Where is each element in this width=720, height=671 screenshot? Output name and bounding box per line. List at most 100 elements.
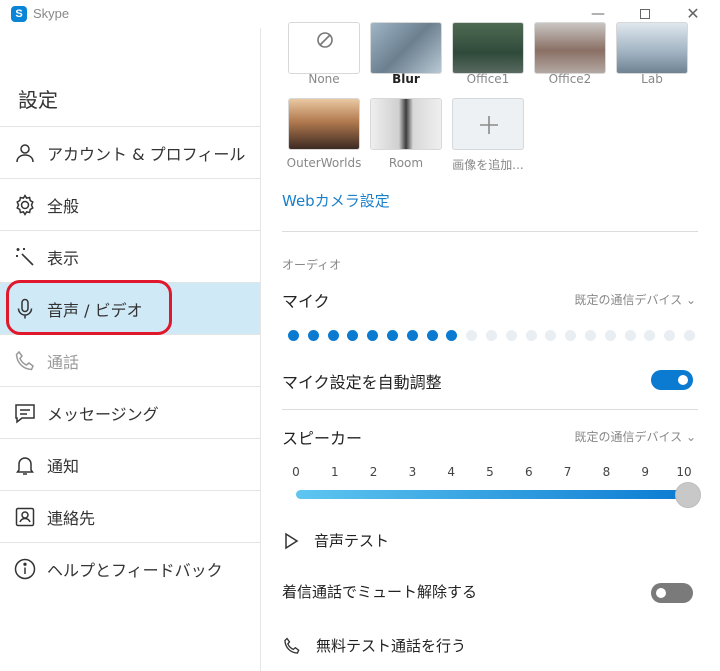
sound-test-button[interactable]: 音声テスト xyxy=(282,530,389,551)
person-icon xyxy=(16,143,34,162)
sidebar-item-general[interactable]: 全般 xyxy=(0,178,260,230)
mic-level-dot xyxy=(604,330,616,341)
background-label-room: Room xyxy=(388,156,424,170)
mic-level-dot xyxy=(426,330,438,341)
mic-level-dot xyxy=(684,330,695,341)
volume-tick-label: 6 xyxy=(524,465,533,479)
webcam-settings-link[interactable]: Webカメラ設定 xyxy=(282,190,390,211)
sidebar-item-label: 通話 xyxy=(47,352,80,372)
background-none-thumbnail[interactable] xyxy=(288,22,360,74)
volume-tick-label: 10 xyxy=(676,465,692,479)
settings-sidebar: 設定 アカウント & プロフィール 全般 表示 音声 / ビデオ 通話 メッセー… xyxy=(0,28,261,671)
background-label-none: None xyxy=(308,72,340,86)
speaker-label: スピーカー xyxy=(282,429,363,448)
unmute-incoming-label: 着信通話でミュート解除する xyxy=(282,583,478,601)
sidebar-item-contacts[interactable]: 連絡先 xyxy=(0,490,260,542)
mic-level-dot xyxy=(406,330,418,341)
divider xyxy=(282,231,698,232)
sidebar-item-label: 音声 / ビデオ xyxy=(47,300,143,320)
skype-logo-icon: S xyxy=(11,6,27,22)
contacts-icon xyxy=(15,507,35,526)
volume-tick-label: 2 xyxy=(369,465,378,479)
mic-level-dot xyxy=(466,330,478,341)
mic-level-dot xyxy=(585,330,596,341)
info-icon xyxy=(14,558,36,579)
microphone-label: マイク xyxy=(282,292,330,311)
sidebar-item-label: 連絡先 xyxy=(47,508,96,528)
mic-level-dot xyxy=(545,330,557,341)
volume-tick-label: 4 xyxy=(447,465,455,479)
add-image-button[interactable] xyxy=(452,98,524,150)
sidebar-item-notifications[interactable]: 通知 xyxy=(0,438,260,490)
sidebar-item-calling[interactable]: 通話 xyxy=(0,334,260,386)
settings-content: None Blur Office1 Office2 Lab OuterWorld… xyxy=(262,22,720,671)
audio-section-label: オーディオ xyxy=(282,258,342,272)
toggle-knob xyxy=(678,375,688,385)
microphone-level-meter xyxy=(288,330,698,342)
background-label-office1: Office1 xyxy=(466,72,510,86)
title-bar: S Skype — ✕ xyxy=(0,0,720,28)
mic-level-dot xyxy=(387,330,398,341)
background-label-add-image: 画像を追加... xyxy=(452,158,524,172)
chevron-down-icon: ⌄ xyxy=(685,430,696,444)
mic-level-dot xyxy=(327,330,339,341)
sound-test-label: 音声テスト xyxy=(314,532,390,550)
play-icon xyxy=(285,532,299,549)
divider xyxy=(282,409,698,410)
speaker-device-dropdown[interactable]: 既定の通信デバイス ⌄ xyxy=(574,428,696,445)
background-room-thumbnail[interactable] xyxy=(370,98,442,150)
sidebar-item-label: 通知 xyxy=(47,456,80,476)
mic-level-dot xyxy=(505,330,517,341)
sidebar-item-label: アカウント & プロフィール xyxy=(47,144,246,164)
background-label-lab: Lab xyxy=(641,72,663,86)
mic-level-dot xyxy=(307,330,319,341)
sidebar-item-appearance[interactable]: 表示 xyxy=(0,230,260,282)
mic-level-dot xyxy=(288,330,299,341)
magic-wand-icon xyxy=(16,247,34,266)
mic-level-dot xyxy=(644,330,656,341)
mic-level-dot xyxy=(486,330,497,341)
free-test-call-button[interactable]: 無料テスト通話を行う xyxy=(282,635,466,656)
microphone-device-value: 既定の通信デバイス xyxy=(574,293,683,307)
microphone-device-dropdown[interactable]: 既定の通信デバイス ⌄ xyxy=(574,291,696,308)
mic-level-dot xyxy=(565,330,577,341)
background-label-blur: Blur xyxy=(392,72,420,86)
speaker-volume-slider[interactable] xyxy=(296,490,688,499)
background-outerworlds-thumbnail[interactable] xyxy=(288,98,360,150)
background-label-office2: Office2 xyxy=(548,72,592,86)
mic-level-dot xyxy=(347,330,359,341)
volume-tick-label: 7 xyxy=(563,465,572,479)
plus-icon xyxy=(480,116,498,134)
background-lab-thumbnail[interactable] xyxy=(616,22,688,74)
background-blur-thumbnail[interactable] xyxy=(370,22,442,74)
sidebar-item-label: 全般 xyxy=(47,196,80,216)
message-icon xyxy=(15,403,35,424)
window-title: Skype xyxy=(33,6,70,21)
toggle-knob xyxy=(656,588,666,598)
unmute-incoming-toggle[interactable] xyxy=(651,583,693,603)
mic-level-dot xyxy=(624,330,636,341)
sidebar-item-label: ヘルプとフィードバック xyxy=(47,560,223,580)
sidebar-item-help-feedback[interactable]: ヘルプとフィードバック xyxy=(0,542,260,594)
background-office2-thumbnail[interactable] xyxy=(534,22,606,74)
sidebar-item-label: メッセージング xyxy=(47,404,159,424)
background-office1-thumbnail[interactable] xyxy=(452,22,524,74)
settings-heading: 設定 xyxy=(18,88,58,112)
speaker-volume-ticks: 0 1 2 3 4 5 6 7 8 9 10 xyxy=(288,465,708,481)
mic-level-dot xyxy=(367,330,379,341)
sidebar-item-messaging[interactable]: メッセージング xyxy=(0,386,260,438)
speaker-volume-handle[interactable] xyxy=(675,482,701,508)
volume-tick-label: 9 xyxy=(641,465,649,479)
background-label-outerworlds: OuterWorlds xyxy=(286,156,362,170)
auto-adjust-mic-toggle[interactable] xyxy=(651,370,693,390)
auto-adjust-mic-label: マイク設定を自動調整 xyxy=(282,373,442,392)
volume-tick-label: 8 xyxy=(602,465,611,479)
free-test-call-label: 無料テスト通話を行う xyxy=(316,637,467,655)
mic-level-dot xyxy=(664,330,676,341)
sidebar-item-account[interactable]: アカウント & プロフィール xyxy=(0,126,260,178)
microphone-icon xyxy=(17,298,33,318)
phone-icon xyxy=(284,636,300,654)
sidebar-item-audio-video[interactable]: 音声 / ビデオ xyxy=(0,282,260,334)
phone-icon xyxy=(15,350,34,370)
bell-icon xyxy=(16,456,34,475)
